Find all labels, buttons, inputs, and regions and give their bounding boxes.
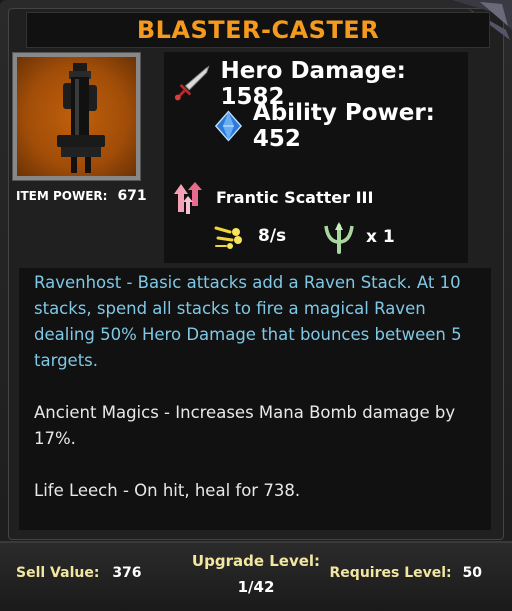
ability-power-stat: Ability Power: 452 [214, 100, 468, 152]
sword-icon [174, 65, 210, 101]
scatter-shot-icon [214, 226, 242, 249]
item-power: ITEM POWER: 671 [16, 188, 147, 204]
item-title: BLASTER-CASTER [136, 16, 380, 44]
ability-power-text: Ability Power: 452 [252, 100, 435, 152]
attack-speed-text: 8/s [258, 226, 287, 246]
item-power-value: 671 [117, 188, 147, 204]
upgrade-level: Upgrade Level: 1/42 [186, 552, 326, 596]
arrows-up-icon [174, 182, 202, 214]
sell-value-label: Sell Value: [16, 565, 100, 581]
weapon-icon [57, 63, 105, 173]
attack-speed-stat: 8/s [214, 222, 286, 250]
requires-level-value: 50 [462, 565, 482, 581]
projectile-count-stat: x 1 [322, 220, 395, 254]
projectile-count-text: x 1 [366, 227, 395, 247]
ravenhost-text: Ravenhost - Basic attacks add a Raven St… [34, 273, 462, 370]
sell-value: Sell Value: 376 [16, 565, 142, 581]
sell-value-number: 376 [112, 565, 142, 581]
perk-name: Frantic Scatter III [216, 187, 374, 207]
trident-icon [324, 222, 354, 254]
diamond-icon [214, 110, 243, 142]
requires-level: Requires Level: 50 [330, 565, 482, 581]
footer-bar: Sell Value: 376 Upgrade Level: 1/42 Requ… [0, 541, 512, 611]
stats-panel: Hero Damage: 1582 Ability Power: 452 Fra… [164, 52, 468, 263]
ancient-magics-text: Ancient Magics - Increases Mana Bomb dam… [34, 403, 456, 448]
item-icon-frame [12, 52, 141, 181]
title-bar: BLASTER-CASTER [26, 12, 490, 48]
life-leech-text: Life Leech - On hit, heal for 738. [34, 481, 301, 500]
description-panel: Ravenhost - Basic attacks add a Raven St… [19, 268, 491, 530]
upgrade-level-label: Upgrade Level: [191, 552, 321, 570]
item-tooltip: BLASTER-CASTER ITEM POWER: 671 Hero Dama… [0, 0, 512, 611]
perk-row: Frantic Scatter III [172, 180, 373, 214]
upgrade-level-value: 1/42 [237, 578, 275, 596]
item-power-label: ITEM POWER: [16, 189, 108, 203]
requires-level-label: Requires Level: [329, 565, 452, 581]
